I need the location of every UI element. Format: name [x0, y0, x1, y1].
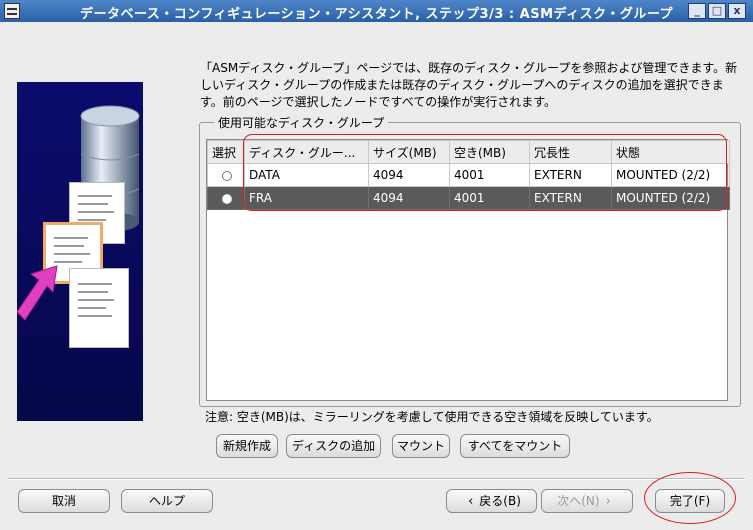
cell-free: 4001 — [449, 163, 530, 187]
cell-redundancy: EXTERN — [529, 163, 612, 187]
cell-name: DATA — [244, 163, 369, 187]
radio-button[interactable] — [222, 170, 232, 181]
separator — [8, 478, 745, 480]
next-label: 次へ(N) — [557, 494, 600, 508]
wizard-illustration — [17, 82, 143, 421]
document-icon — [69, 268, 129, 348]
free-space-note: 注意: 空き(MB)は、ミラーリングを考慮して使用できる空き領域を反映しています… — [205, 410, 659, 424]
radio-button[interactable] — [222, 193, 232, 204]
table-row[interactable]: DATA 4094 4001 EXTERN MOUNTED (2/2) — [207, 163, 730, 187]
back-label: 戻る(B) — [479, 494, 521, 508]
row-select[interactable] — [207, 186, 245, 210]
disk-group-panel: 使用可能なディスク・グループ 選択 ディスク・グルー... サイズ(MB) 空き… — [199, 114, 741, 407]
cell-redundancy: EXTERN — [529, 186, 612, 210]
column-header-select[interactable]: 選択 — [207, 140, 245, 164]
title-bar: データベース・コンフィギュレーション・アシスタント, ステップ3/3 : ASM… — [0, 0, 753, 22]
arrow-icon — [17, 265, 58, 321]
help-button[interactable]: ヘルプ — [121, 489, 213, 513]
back-button[interactable]: ‹ 戻る(B) — [446, 489, 537, 513]
cell-size: 4094 — [368, 163, 450, 187]
mount-all-button[interactable]: すべてをマウント — [460, 434, 570, 458]
column-header-size[interactable]: サイズ(MB) — [368, 140, 450, 164]
cancel-button[interactable]: 取消 — [18, 489, 110, 513]
chevron-right-icon: › — [605, 494, 611, 509]
mount-button[interactable]: マウント — [392, 434, 450, 458]
table-header: 選択 ディスク・グルー... サイズ(MB) 空き(MB) 冗長性 状態 — [207, 140, 730, 164]
column-header-disk-group[interactable]: ディスク・グルー... — [244, 140, 369, 164]
column-header-state[interactable]: 状態 — [611, 140, 730, 164]
minimize-button[interactable]: _ — [688, 3, 706, 19]
disk-group-table: 選択 ディスク・グルー... サイズ(MB) 空き(MB) 冗長性 状態 DAT… — [206, 139, 730, 401]
cell-name: FRA — [244, 186, 369, 210]
cell-state: MOUNTED (2/2) — [611, 186, 730, 210]
column-header-redundancy[interactable]: 冗長性 — [529, 140, 612, 164]
row-select[interactable] — [207, 163, 245, 187]
next-button: 次へ(N) › — [541, 489, 633, 513]
window-title: データベース・コンフィギュレーション・アシスタント, ステップ3/3 : ASM… — [79, 7, 674, 22]
cell-free: 4001 — [449, 186, 530, 210]
maximize-button[interactable]: □ — [708, 3, 726, 19]
column-header-free[interactable]: 空き(MB) — [449, 140, 530, 164]
finish-button[interactable]: 完了(F) — [655, 489, 725, 513]
chevron-left-icon: ‹ — [468, 494, 474, 509]
cell-size: 4094 — [368, 186, 450, 210]
panel-legend: 使用可能なディスク・グループ — [214, 114, 389, 131]
page-description: 「ASMディスク・グループ」ページでは、既存のディスク・グループを参照および管理… — [200, 61, 738, 109]
cell-state: MOUNTED (2/2) — [611, 163, 730, 187]
table-row-selected[interactable]: FRA 4094 4001 EXTERN MOUNTED (2/2) — [207, 186, 730, 210]
add-disks-button[interactable]: ディスクの追加 — [286, 434, 381, 458]
close-button[interactable]: x — [728, 3, 746, 19]
create-button[interactable]: 新規作成 — [216, 434, 278, 458]
